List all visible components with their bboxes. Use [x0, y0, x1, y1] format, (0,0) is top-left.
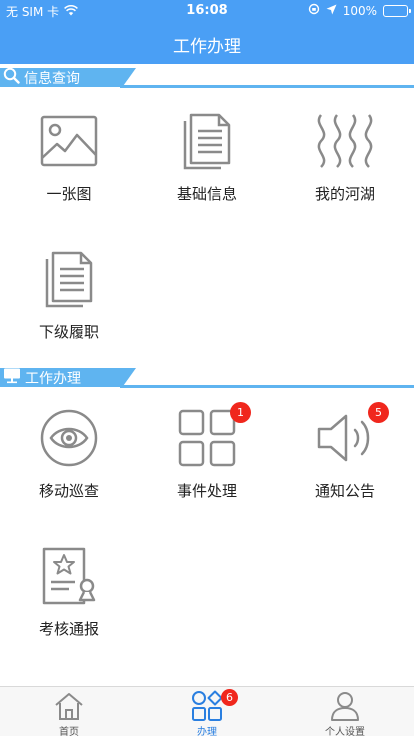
tab-personal-settings[interactable]: 个人设置: [276, 687, 414, 736]
tab-label: 办理: [197, 727, 217, 736]
image-icon: [39, 111, 99, 171]
home-icon: [53, 690, 85, 722]
tab-badge: 6: [221, 689, 238, 706]
battery-icon: [383, 4, 411, 17]
status-bar: 无 SIM 卡 16:08 100%: [0, 0, 414, 22]
river-icon: [315, 111, 375, 171]
status-right: 100%: [308, 3, 411, 18]
grid-item-label: 基础信息: [176, 185, 237, 203]
section-divider: [120, 85, 414, 88]
grid-item-notice[interactable]: 5 通知公告: [276, 392, 414, 510]
rotation-lock-icon: [308, 3, 320, 18]
tab-label: 首页: [59, 727, 79, 736]
tab-handle[interactable]: 6 办理: [138, 687, 276, 736]
grid-item-event-handling[interactable]: 1 事件处理: [138, 392, 276, 510]
certificate-icon: [39, 546, 99, 606]
grid-item-map[interactable]: 一张图: [0, 95, 138, 213]
section-title: 工作办理: [25, 370, 81, 387]
speaker-icon: [315, 408, 375, 468]
nav-bar: 工作办理: [0, 22, 414, 64]
grid-item-basic-info[interactable]: 基础信息: [138, 95, 276, 213]
section-tab: 信息查询: [0, 68, 136, 87]
tab-home[interactable]: 首页: [0, 687, 138, 736]
grid-item-label: 下级履职: [38, 323, 99, 341]
grid-item-label: 我的河湖: [314, 185, 375, 203]
section-header-work-handling: 工作办理: [0, 368, 414, 390]
grid-item-assessment[interactable]: 考核通报: [0, 530, 138, 648]
document-icon: [39, 249, 99, 309]
grid-item-label: 考核通报: [38, 620, 99, 638]
location-icon: [326, 4, 337, 18]
section-tab: 工作办理: [0, 368, 136, 387]
monitor-icon: [3, 368, 21, 387]
section-divider: [120, 385, 414, 388]
document-icon: [177, 111, 237, 171]
tab-label: 个人设置: [325, 727, 365, 736]
search-icon: [3, 68, 20, 87]
grid-icon: [177, 408, 237, 468]
user-icon: [329, 690, 361, 722]
grid-item-label: 一张图: [46, 185, 92, 203]
grid-item-mobile-patrol[interactable]: 移动巡查: [0, 392, 138, 510]
grid-item-my-rivers[interactable]: 我的河湖: [276, 95, 414, 213]
eye-icon: [39, 408, 99, 468]
battery-text: 100%: [342, 3, 377, 18]
page-title: 工作办理: [173, 37, 241, 57]
section-header-info-query: 信息查询: [0, 68, 414, 90]
grid-item-subordinate-duty[interactable]: 下级履职: [0, 233, 138, 351]
grid-item-label: 移动巡查: [38, 482, 99, 500]
shapes-icon: [191, 690, 223, 722]
tab-bar: 首页 6 办理 个人设置: [0, 686, 414, 736]
grid-item-label: 事件处理: [176, 482, 237, 500]
notification-badge: 1: [230, 402, 251, 423]
grid-item-label: 通知公告: [314, 482, 375, 500]
notification-badge: 5: [368, 402, 389, 423]
section-title: 信息查询: [24, 70, 80, 87]
